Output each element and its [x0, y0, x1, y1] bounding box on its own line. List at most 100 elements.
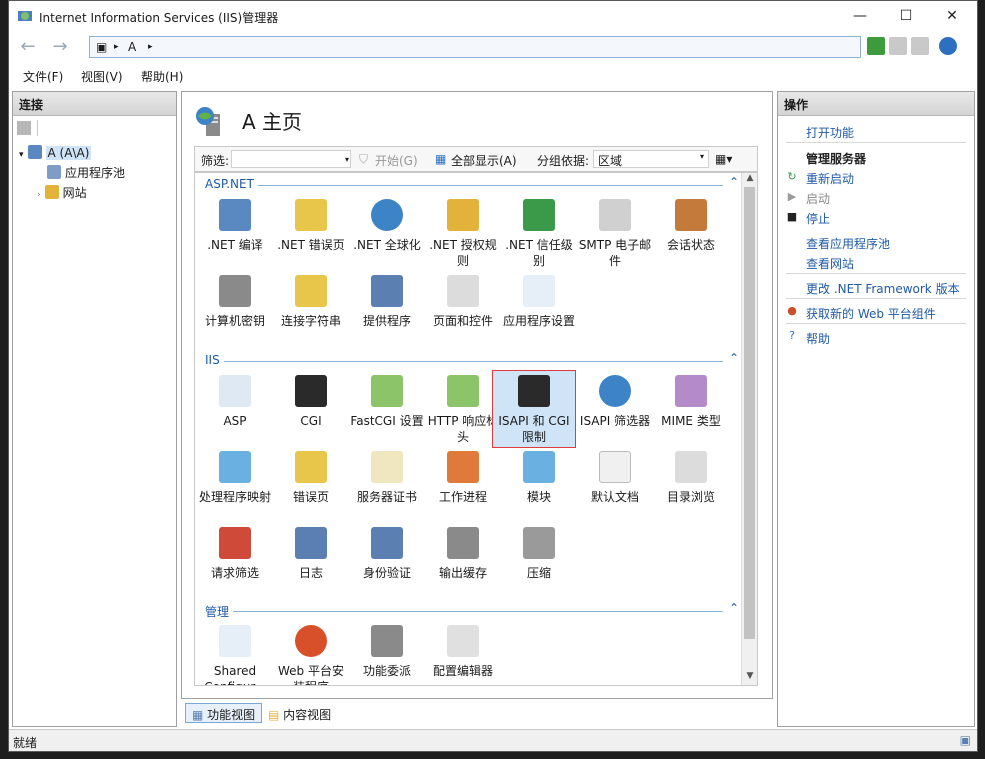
section-aspnet-label: ASP.NET	[205, 177, 258, 191]
feature-net-authorization[interactable]: .NET 授权规则	[425, 199, 501, 269]
isapi-filter-icon	[599, 375, 631, 407]
feature-net-trust[interactable]: .NET 信任级别	[501, 199, 577, 269]
feature-authentication[interactable]: 身份验证	[349, 527, 425, 581]
tab-content-view[interactable]: ▤ 内容视图	[261, 703, 338, 723]
network-status-icon: ▣	[959, 733, 971, 747]
help-icon[interactable]	[939, 37, 957, 55]
close-button[interactable]: ✕	[929, 1, 975, 31]
default-document-icon	[599, 451, 631, 483]
action-open-feature[interactable]: 打开功能	[806, 124, 854, 141]
feature-isapi-filters[interactable]: ISAPI 筛选器	[577, 375, 653, 429]
filter-input[interactable]	[231, 150, 351, 168]
start-icon: ▶	[787, 190, 797, 203]
action-change-net-version[interactable]: 更改 .NET Framework 版本	[806, 280, 960, 297]
pages-controls-icon	[447, 275, 479, 307]
feature-label: 连接字符串	[280, 314, 341, 328]
feature-shared-configuration[interactable]: Shared Configur...	[197, 625, 273, 685]
feature-label: FastCGI 设置	[350, 414, 424, 428]
scrollbar-thumb[interactable]	[744, 187, 755, 639]
forward-arrow-icon[interactable]: →	[47, 36, 73, 58]
feature-web-platform-installer[interactable]: Web 平台安装程序	[273, 625, 349, 685]
feature-worker-processes[interactable]: 工作进程	[425, 451, 501, 505]
address-field[interactable]: ▣ ▸ A ▸	[89, 36, 861, 58]
feature-grid-scrollbar[interactable]: ▲ ▼	[741, 173, 757, 685]
feature-machine-key[interactable]: 计算机密钥	[197, 275, 273, 329]
minimize-button[interactable]: —	[837, 1, 883, 31]
directory-browsing-icon	[675, 451, 707, 483]
tree-server[interactable]: ▾ A (A\A)	[19, 144, 92, 162]
feature-pages-controls[interactable]: 页面和控件	[425, 275, 501, 329]
maximize-button[interactable]: ☐	[883, 1, 929, 31]
feature-error-pages[interactable]: 错误页	[273, 451, 349, 505]
start-filter-button[interactable]: 开始(G)	[375, 152, 418, 169]
action-start[interactable]: 启动	[806, 190, 830, 207]
feature-providers[interactable]: 提供程序	[349, 275, 425, 329]
home-icon[interactable]	[911, 37, 929, 55]
feature-label: .NET 错误页	[277, 238, 345, 252]
tree-app-pools[interactable]: 应用程序池	[47, 164, 125, 182]
feature-compression[interactable]: 压缩	[501, 527, 577, 581]
feature-cgi[interactable]: CGI	[273, 375, 349, 429]
feature-logging[interactable]: 日志	[273, 527, 349, 581]
feature-handler-mappings[interactable]: 处理程序映射	[197, 451, 273, 505]
certificate-icon	[371, 451, 403, 483]
feature-server-certificates[interactable]: 服务器证书	[349, 451, 425, 505]
breadcrumb-root[interactable]: A	[128, 40, 136, 54]
feature-directory-browsing[interactable]: 目录浏览	[653, 451, 729, 505]
section-management[interactable]: 管理 ⌃	[195, 601, 743, 620]
title-bar: Internet Information Services (IIS)管理器 —…	[9, 1, 977, 31]
server-home-icon	[194, 104, 228, 138]
breadcrumb-separator-2[interactable]: ▸	[148, 42, 153, 52]
feature-app-settings[interactable]: 应用程序设置	[501, 275, 577, 329]
refresh-icon[interactable]	[867, 37, 885, 55]
feature-smtp[interactable]: SMTP 电子邮件	[577, 199, 653, 269]
collapse-caret-icon[interactable]: ⌃	[729, 351, 739, 365]
feature-config-editor[interactable]: 配置编辑器	[425, 625, 501, 679]
menu-help[interactable]: 帮助(H)	[141, 68, 183, 85]
menu-file[interactable]: 文件(F)	[23, 68, 63, 85]
show-all-button[interactable]: 全部显示(A)	[451, 152, 517, 169]
feature-modules[interactable]: 模块	[501, 451, 577, 505]
action-view-app-pools[interactable]: 查看应用程序池	[806, 235, 890, 252]
expand-chevron-icon[interactable]: ›	[37, 190, 41, 200]
feature-output-caching[interactable]: 输出缓存	[425, 527, 501, 581]
feature-net-compile[interactable]: .NET 编译	[197, 199, 273, 253]
view-options-icon[interactable]: ▦▾	[715, 152, 732, 166]
feature-net-error-pages[interactable]: .NET 错误页	[273, 199, 349, 253]
tab-features-view[interactable]: ▦ 功能视图	[185, 703, 263, 723]
stop-icon[interactable]	[889, 37, 907, 55]
feature-label: 请求筛选	[210, 566, 259, 580]
feature-fastcgi[interactable]: FastCGI 设置	[349, 375, 425, 429]
tree-sites[interactable]: › 网站	[37, 184, 87, 202]
feature-mime-types[interactable]: MIME 类型	[653, 375, 729, 429]
action-get-web-platform[interactable]: 获取新的 Web 平台组件	[806, 305, 936, 322]
action-stop[interactable]: 停止	[806, 210, 830, 227]
feature-label: 配置编辑器	[432, 664, 493, 678]
section-iis[interactable]: IIS ⌃	[195, 351, 743, 369]
feature-http-headers[interactable]: HTTP 响应标头	[425, 375, 501, 445]
feature-delegation[interactable]: 功能委派	[349, 625, 425, 679]
back-arrow-icon[interactable]: ←	[15, 36, 41, 58]
action-view-sites[interactable]: 查看网站	[806, 255, 854, 272]
connect-icon[interactable]	[17, 121, 31, 135]
filter-dropdown-icon[interactable]: ▾	[345, 155, 349, 164]
scroll-up-arrow-icon[interactable]: ▲	[742, 173, 757, 187]
collapse-caret-icon[interactable]: ⌃	[729, 175, 739, 189]
group-by-select[interactable]: 区域 ▾	[593, 150, 709, 168]
feature-request-filtering[interactable]: 请求筛选	[197, 527, 273, 581]
collapse-chevron-icon[interactable]: ▾	[19, 150, 24, 160]
database-icon	[295, 275, 327, 307]
feature-connection-strings[interactable]: 连接字符串	[273, 275, 349, 329]
action-restart[interactable]: 重新启动	[806, 170, 854, 187]
menu-view[interactable]: 视图(V)	[81, 68, 123, 85]
action-help[interactable]: 帮助	[806, 330, 830, 347]
scroll-down-arrow-icon[interactable]: ▼	[742, 671, 757, 685]
feature-net-globalization[interactable]: .NET 全球化	[349, 199, 425, 253]
section-aspnet[interactable]: ASP.NET ⌃	[195, 175, 743, 193]
feature-label: 身份验证	[362, 566, 411, 580]
feature-asp[interactable]: ASP	[197, 375, 273, 429]
feature-session-state[interactable]: 会话状态	[653, 199, 729, 253]
feature-isapi-cgi-restrictions[interactable]: ISAPI 和 CGI 限制	[492, 370, 576, 448]
feature-default-document[interactable]: 默认文档	[577, 451, 653, 505]
collapse-caret-icon[interactable]: ⌃	[729, 601, 739, 615]
